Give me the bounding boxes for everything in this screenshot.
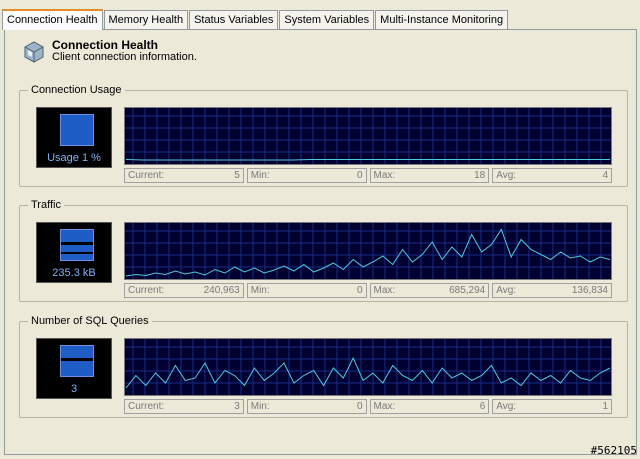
stat-label: Min: bbox=[250, 401, 270, 412]
sql-queries-chart bbox=[125, 339, 611, 395]
group-sql-queries: Number of SQL Queries 3 Current: 3 Min: 0 … bbox=[19, 315, 628, 418]
stat-min: Min: 0 bbox=[246, 283, 367, 298]
traffic-graph bbox=[124, 222, 612, 280]
queries-readout: 3 bbox=[36, 338, 112, 399]
graph-grid bbox=[125, 108, 611, 164]
stat-max: Max: 6 bbox=[369, 399, 490, 414]
graph-grid bbox=[125, 223, 611, 279]
usage-readout: Usage 1 % bbox=[36, 107, 112, 168]
stat-label: Current: bbox=[128, 401, 165, 412]
connection-usage-graph bbox=[124, 107, 612, 165]
stat-min: Min: 0 bbox=[246, 168, 367, 183]
tab-connection-health[interactable]: Connection Health bbox=[2, 9, 103, 30]
page-subtitle: Client connection information. bbox=[52, 51, 197, 63]
stat-value: 4 bbox=[602, 170, 608, 181]
sql-queries-graph bbox=[124, 338, 612, 396]
stat-value: 0 bbox=[356, 170, 363, 181]
group-connection-usage: Connection Usage Usage 1 % Current: 5 Min… bbox=[19, 84, 628, 187]
traffic-readout: 235.3 kB bbox=[36, 222, 112, 283]
stat-label: Current: bbox=[128, 170, 165, 181]
group-title: Number of SQL Queries bbox=[28, 315, 152, 327]
stat-value: 18 bbox=[474, 170, 486, 181]
stat-current: Current: 240,963 bbox=[124, 283, 244, 298]
traffic-meter bbox=[60, 229, 94, 261]
stat-value: 240,963 bbox=[203, 285, 240, 296]
stat-avg: Avg: 136,834 bbox=[492, 283, 612, 298]
stat-value: 0 bbox=[356, 401, 363, 412]
stat-value: 5 bbox=[234, 170, 240, 181]
group-traffic: Traffic 235.3 kB Current: 240,963 Min: 0 M… bbox=[19, 199, 628, 302]
stat-current: Current: 3 bbox=[124, 399, 244, 414]
stats-row: Current: 240,963 Min: 0 Max: 685,294 Avg: 13… bbox=[124, 283, 612, 298]
tab-system-variables[interactable]: System Variables bbox=[279, 10, 375, 29]
stats-row: Current: 3 Min: 0 Max: 6 Avg: 1 bbox=[124, 399, 612, 414]
tab-memory-health[interactable]: Memory Health bbox=[103, 10, 189, 29]
tab-strip: Connection Health Memory Health Status V… bbox=[2, 8, 509, 30]
stat-label: Min: bbox=[250, 170, 270, 181]
stat-label: Avg: bbox=[496, 401, 517, 412]
stat-min: Min: 0 bbox=[246, 399, 367, 414]
page-title: Connection Health bbox=[52, 38, 159, 52]
graph-grid bbox=[125, 339, 611, 395]
stat-value: 0 bbox=[356, 285, 363, 296]
image-id-stamp: #562105 bbox=[590, 444, 637, 457]
stat-value: 136,834 bbox=[571, 285, 608, 296]
connection-health-icon bbox=[24, 41, 44, 63]
tab-panel: Connection Health Client connection info… bbox=[4, 29, 637, 455]
queries-readout-text: 3 bbox=[70, 383, 78, 395]
stat-max: Max: 18 bbox=[369, 168, 490, 183]
stat-label: Max: bbox=[373, 285, 396, 296]
stat-avg: Avg: 4 bbox=[492, 168, 612, 183]
group-title: Traffic bbox=[28, 199, 64, 211]
connection-usage-chart bbox=[125, 108, 611, 164]
usage-meter bbox=[60, 114, 94, 146]
queries-meter bbox=[60, 345, 94, 377]
usage-readout-text: Usage 1 % bbox=[47, 152, 101, 164]
stat-label: Avg: bbox=[496, 285, 517, 296]
stat-label: Max: bbox=[373, 170, 396, 181]
stat-avg: Avg: 1 bbox=[492, 399, 612, 414]
stat-value: 685,294 bbox=[449, 285, 486, 296]
stat-label: Min: bbox=[250, 285, 270, 296]
traffic-readout-text: 235.3 kB bbox=[52, 267, 96, 279]
traffic-chart bbox=[125, 223, 611, 279]
stat-label: Avg: bbox=[496, 170, 517, 181]
group-title: Connection Usage bbox=[28, 84, 125, 96]
stats-row: Current: 5 Min: 0 Max: 18 Avg: 4 bbox=[124, 168, 612, 183]
stat-current: Current: 5 bbox=[124, 168, 244, 183]
stat-max: Max: 685,294 bbox=[369, 283, 490, 298]
tab-multi-instance-monitoring[interactable]: Multi-Instance Monitoring bbox=[375, 10, 509, 29]
connection-usage-line bbox=[125, 159, 610, 161]
tab-status-variables[interactable]: Status Variables bbox=[189, 10, 279, 29]
stat-value: 1 bbox=[602, 401, 608, 412]
stat-value: 3 bbox=[234, 401, 240, 412]
stat-label: Max: bbox=[373, 401, 396, 412]
stat-value: 6 bbox=[479, 401, 486, 412]
stat-label: Current: bbox=[128, 285, 165, 296]
traffic-line bbox=[125, 228, 611, 277]
